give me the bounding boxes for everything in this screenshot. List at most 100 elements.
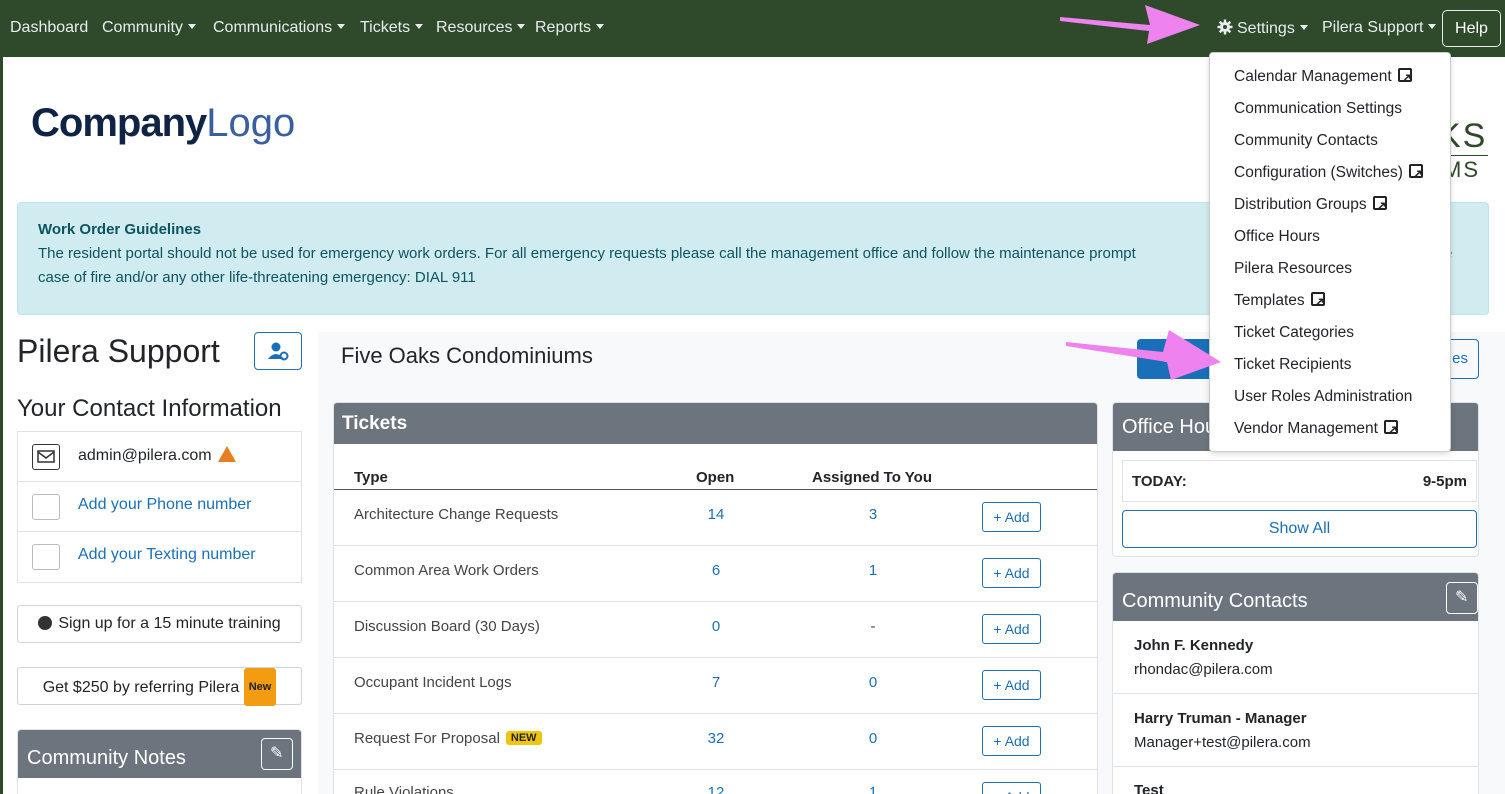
- add-ticket-button[interactable]: + Add: [982, 558, 1041, 588]
- ticket-assigned-count[interactable]: 1: [843, 562, 903, 579]
- contact-email-text: admin@pilera.com: [78, 447, 212, 464]
- community-contacts-title: Community Contacts: [1122, 590, 1308, 612]
- user-name-heading: Pilera Support: [17, 333, 220, 369]
- add-ticket-button[interactable]: + Add: [982, 614, 1041, 644]
- ticket-assigned-count[interactable]: 0: [843, 730, 903, 747]
- user-settings-button[interactable]: [254, 332, 302, 370]
- annotation-arrow-ticket-recipients: [1066, 330, 1221, 380]
- add-ticket-button[interactable]: + Add: [982, 502, 1041, 532]
- community-notes-card: Community Notes: [17, 729, 302, 794]
- envelope-icon: [32, 444, 60, 470]
- menu-item-ticket-recipients[interactable]: Ticket Recipients: [1210, 349, 1450, 381]
- tickets-card: Tickets Type Open Assigned To You Archit…: [333, 402, 1098, 794]
- training-signup-button[interactable]: Sign up for a 15 minute training: [17, 605, 302, 643]
- col-type: Type: [354, 469, 388, 486]
- menu-item-configuration-switches[interactable]: Configuration (Switches): [1210, 157, 1450, 191]
- show-all-hours-button[interactable]: Show All: [1122, 510, 1477, 548]
- add-texting-link[interactable]: Add your Texting number: [78, 546, 256, 564]
- add-ticket-label: Add: [1004, 621, 1030, 637]
- referral-button[interactable]: Get $250 by referring Pilera New: [17, 667, 302, 706]
- ticket-assigned-count[interactable]: 3: [843, 506, 903, 523]
- ticket-open-count[interactable]: 12: [686, 784, 746, 794]
- ticket-type[interactable]: Discussion Board (30 Days): [354, 618, 540, 635]
- ticket-type[interactable]: Rule Violations: [354, 784, 454, 794]
- nav-communications[interactable]: Communications: [213, 19, 346, 37]
- menu-item-distribution-groups[interactable]: Distribution Groups: [1210, 189, 1450, 223]
- nav-communications-label: Communications: [213, 19, 333, 36]
- chevron-down-icon: [517, 24, 526, 29]
- edit-notes-button[interactable]: [261, 738, 293, 770]
- menu-item-vendor-management[interactable]: Vendor Management: [1210, 413, 1450, 447]
- logo-part2: Logo: [206, 101, 296, 145]
- ticket-open-count[interactable]: 0: [686, 618, 746, 635]
- external-link-icon: [1310, 287, 1325, 319]
- nav-community[interactable]: Community: [102, 19, 196, 37]
- nav-reports[interactable]: Reports: [535, 19, 605, 37]
- contact-email: admin@pilera.com: [78, 446, 236, 465]
- nav-resources-label: Resources: [436, 19, 513, 36]
- menu-item-user-roles-administration[interactable]: User Roles Administration: [1210, 381, 1450, 413]
- ticket-type[interactable]: Request For Proposal NEW: [354, 730, 542, 747]
- menu-item-communication-settings[interactable]: Communication Settings: [1210, 93, 1450, 125]
- external-link-icon: [1397, 63, 1412, 95]
- new-badge: NEW: [505, 731, 542, 745]
- contact-phone-row: Add your Phone number: [18, 482, 301, 532]
- ticket-open-count[interactable]: 32: [686, 730, 746, 747]
- menu-item-office-hours[interactable]: Office Hours: [1210, 221, 1450, 253]
- company-logo: CompanyLogo: [31, 101, 295, 146]
- top-navbar: Dashboard Community Communications Ticke…: [0, 0, 1505, 57]
- add-ticket-label: Add: [1005, 789, 1030, 794]
- menu-item-label: Vendor Management: [1234, 420, 1378, 437]
- ticket-type[interactable]: Occupant Incident Logs: [354, 674, 512, 691]
- menu-item-ticket-categories[interactable]: Ticket Categories: [1210, 317, 1450, 349]
- nav-tickets[interactable]: Tickets: [360, 19, 424, 37]
- logo-part1: Company: [31, 101, 207, 145]
- user-cog-icon: [268, 342, 289, 361]
- col-open: Open: [696, 469, 735, 486]
- chat-icon: [32, 544, 60, 570]
- ticket-type-label: Request For Proposal: [354, 730, 500, 747]
- add-ticket-label: Add: [1004, 677, 1030, 693]
- contact-email: Manager+test@pilera.com: [1134, 734, 1311, 751]
- contact-divider: [1113, 693, 1478, 694]
- nav-settings[interactable]: Settings: [1217, 19, 1308, 38]
- ticket-type[interactable]: Common Area Work Orders: [354, 562, 539, 579]
- alert-body-main: The resident portal should not be used f…: [38, 245, 1136, 262]
- ticket-open-count[interactable]: 14: [686, 506, 746, 523]
- ticket-open-count[interactable]: 6: [686, 562, 746, 579]
- ticket-type[interactable]: Architecture Change Requests: [354, 506, 558, 523]
- ticket-assigned-count[interactable]: 0: [843, 674, 903, 691]
- add-ticket-label: Add: [1004, 509, 1030, 525]
- help-button[interactable]: Help: [1442, 10, 1501, 47]
- ticket-open-count[interactable]: 7: [686, 674, 746, 691]
- nav-user-menu[interactable]: Pilera Support: [1322, 19, 1437, 37]
- ticket-assigned-count[interactable]: 1: [843, 784, 903, 794]
- chevron-down-icon: [1428, 24, 1437, 29]
- add-phone-link[interactable]: Add your Phone number: [78, 496, 251, 514]
- add-ticket-label: Add: [1004, 733, 1030, 749]
- nav-community-label: Community: [102, 19, 183, 36]
- menu-item-calendar-management[interactable]: Calendar Management: [1210, 61, 1450, 95]
- add-ticket-button[interactable]: + Add: [982, 670, 1041, 700]
- chevron-down-icon: [187, 24, 196, 29]
- contact-info-title: Your Contact Information: [17, 395, 282, 422]
- menu-item-pilera-resources[interactable]: Pilera Resources: [1210, 253, 1450, 285]
- row-divider: [334, 769, 1097, 770]
- edit-contacts-button[interactable]: [1446, 582, 1478, 614]
- community-title: Five Oaks Condominiums: [341, 343, 593, 368]
- referral-label: Get $250 by referring Pilera: [42, 679, 240, 696]
- nav-resources[interactable]: Resources: [436, 19, 526, 37]
- menu-item-label: Configuration (Switches): [1234, 164, 1403, 181]
- menu-item-templates[interactable]: Templates: [1210, 285, 1450, 319]
- today-hours: TODAY: 9-5pm: [1122, 460, 1477, 502]
- today-value: 9-5pm: [1422, 473, 1467, 490]
- chevron-down-icon: [596, 24, 605, 29]
- add-ticket-label: Add: [1004, 565, 1030, 581]
- community-notes-header: Community Notes: [18, 730, 301, 778]
- add-ticket-button[interactable]: + Add: [982, 782, 1041, 794]
- menu-item-community-contacts[interactable]: Community Contacts: [1210, 125, 1450, 157]
- add-ticket-button[interactable]: + Add: [982, 726, 1041, 756]
- nav-dashboard[interactable]: Dashboard: [10, 19, 88, 37]
- row-divider: [334, 545, 1097, 546]
- contact-email-row: admin@pilera.com: [18, 432, 301, 482]
